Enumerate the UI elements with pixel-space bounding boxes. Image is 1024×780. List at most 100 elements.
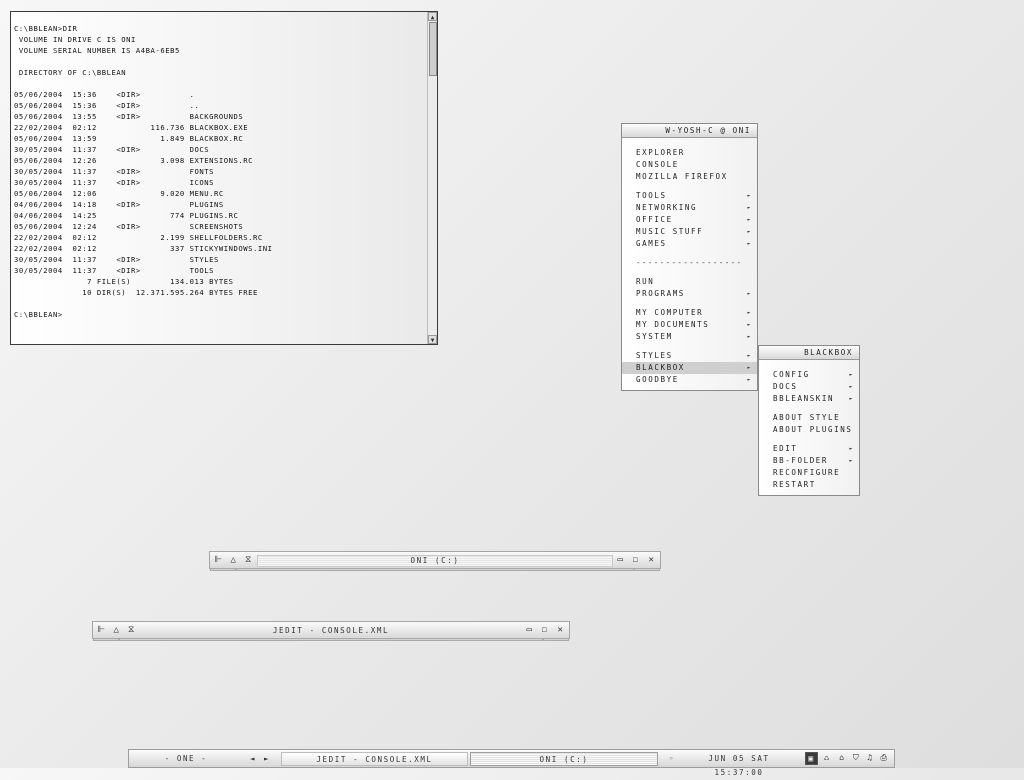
resize-grip-left[interactable] — [210, 568, 236, 571]
window-jedit[interactable]: ⊩ △ ⧖ JEDIT - CONSOLE.XML ▭ ☐ ✕ — [92, 621, 570, 641]
prev-workspace-icon[interactable]: ◄ — [247, 752, 259, 766]
root-menu: W-YOSH-C @ ONI EXPLORER CONSOLE MOZILLA … — [621, 123, 758, 391]
menu-item-label: CONFIG — [773, 370, 810, 379]
tray-network-icon[interactable]: ♺ — [821, 752, 834, 765]
close-icon[interactable]: ✕ — [555, 624, 567, 636]
menu-item-label: MY DOCUMENTS — [636, 320, 710, 329]
menu-item-label: TOOLS — [636, 191, 667, 200]
resize-grip-right[interactable] — [634, 568, 660, 571]
submenu-arrow-icon: ► — [747, 310, 752, 316]
menu-item-label: GOODBYE — [636, 375, 679, 384]
maximize-icon[interactable]: ☐ — [539, 624, 551, 636]
root-menu-title[interactable]: W-YOSH-C @ ONI — [622, 124, 757, 138]
tray-app-icon[interactable]: ▣ — [805, 752, 818, 765]
menu-item-networking[interactable]: NETWORKING ► — [622, 202, 757, 214]
shade-icon[interactable]: △ — [111, 624, 123, 636]
menu-item-explorer[interactable]: EXPLORER — [622, 147, 757, 159]
menu-item-docs[interactable]: DOCS ► — [759, 381, 859, 393]
submenu-arrow-icon: ► — [849, 384, 854, 390]
menu-item-about-plugins[interactable]: ABOUT PLUGINS — [759, 424, 859, 436]
submenu-arrow-icon: ► — [747, 322, 752, 328]
on-top-icon[interactable]: ⧖ — [243, 554, 255, 566]
menu-item-games[interactable]: GAMES ► — [622, 238, 757, 250]
menu-item-restart[interactable]: RESTART — [759, 479, 859, 491]
menu-item-label: DOCS — [773, 382, 798, 391]
menu-item-label: ABOUT STYLE — [773, 413, 841, 422]
tray-shield-icon[interactable]: ⛉ — [850, 752, 863, 765]
console-window[interactable]: C:\BBLEAN>DIR VOLUME IN DRIVE C IS ONI V… — [10, 11, 438, 345]
stick-icon[interactable]: ⊩ — [96, 624, 108, 636]
submenu-arrow-icon: ► — [747, 291, 752, 297]
resize-grip-left[interactable] — [93, 638, 119, 641]
stick-icon[interactable]: ⊩ — [213, 554, 225, 566]
menu-item-label: CONSOLE — [636, 160, 679, 169]
workspace-label[interactable]: - ONE - — [131, 752, 241, 766]
resize-grip-right[interactable] — [543, 638, 569, 641]
menu-separator: ------------------ — [636, 258, 743, 267]
menu-item-label: OFFICE — [636, 215, 673, 224]
menu-item-my-documents[interactable]: MY DOCUMENTS ► — [622, 319, 757, 331]
window-bottom-handle[interactable] — [119, 638, 543, 641]
submenu-arrow-icon: ► — [747, 241, 752, 247]
menu-item-mozilla-firefox[interactable]: MOZILLA FIREFOX — [622, 171, 757, 183]
menu-item-label: MY COMPUTER — [636, 308, 704, 317]
blackbox-submenu: BLACKBOX CONFIG ► DOCS ► BBLEANSKIN ► ABOUT… — [758, 345, 860, 496]
scroll-up-arrow-icon[interactable]: ▲ — [428, 12, 437, 21]
shade-icon[interactable]: △ — [228, 554, 240, 566]
scrollbar-thumb[interactable] — [429, 22, 437, 76]
console-scrollbar[interactable]: ▲ ▼ — [427, 12, 437, 344]
menu-item-goodbye[interactable]: GOODBYE ► — [622, 374, 757, 386]
minimize-icon[interactable]: ▭ — [524, 624, 536, 636]
menu-item-about-style[interactable]: ABOUT STYLE — [759, 412, 859, 424]
menu-item-config[interactable]: CONFIG ► — [759, 369, 859, 381]
menu-item-label: PROGRAMS — [636, 289, 685, 298]
task-jedit[interactable]: JEDIT - CONSOLE.XML — [281, 752, 468, 766]
window-bottom-handle[interactable] — [236, 568, 634, 571]
menu-item-programs[interactable]: PROGRAMS ► — [622, 288, 757, 300]
submenu-arrow-icon: ► — [747, 193, 752, 199]
window-title[interactable]: ONI (C:) — [257, 555, 613, 567]
submenu-arrow-icon: ► — [849, 372, 854, 378]
menu-item-bb-folder[interactable]: BB-FOLDER ► — [759, 455, 859, 467]
menu-item-reconfigure[interactable]: RECONFIGURE — [759, 467, 859, 479]
menu-item-label: RUN — [636, 277, 655, 286]
on-top-icon[interactable]: ⧖ — [126, 624, 138, 636]
blackbox-submenu-title[interactable]: BLACKBOX — [759, 346, 859, 360]
menu-item-run[interactable]: RUN — [622, 276, 757, 288]
toolbar: - ONE - ◄ ► JEDIT - CONSOLE.XML ONI (C:)… — [128, 749, 895, 777]
tray-printer-icon[interactable]: ⎙ — [878, 752, 891, 765]
menu-item-edit[interactable]: EDIT ► — [759, 443, 859, 455]
scroll-down-arrow-icon[interactable]: ▼ — [428, 335, 437, 344]
window-title[interactable]: JEDIT - CONSOLE.XML — [140, 625, 522, 637]
menu-item-styles[interactable]: STYLES ► — [622, 350, 757, 362]
menu-item-my-computer[interactable]: MY COMPUTER ► — [622, 307, 757, 319]
menu-item-label: ABOUT PLUGINS — [773, 425, 853, 434]
menu-item-blackbox[interactable]: BLACKBOX ► — [622, 362, 757, 374]
next-workspace-icon[interactable]: ► — [261, 752, 273, 766]
submenu-arrow-icon: ► — [849, 446, 854, 452]
menu-item-system[interactable]: SYSTEM ► — [622, 331, 757, 343]
menu-item-office[interactable]: OFFICE ► — [622, 214, 757, 226]
submenu-arrow-icon: ► — [747, 377, 752, 383]
submenu-arrow-icon: ► — [849, 458, 854, 464]
menu-item-console[interactable]: CONSOLE — [622, 159, 757, 171]
menu-item-label: BB-FOLDER — [773, 456, 829, 465]
tray-volume-icon[interactable]: ♫ — [864, 752, 877, 765]
submenu-arrow-icon: ► — [747, 205, 752, 211]
menu-item-tools[interactable]: TOOLS ► — [622, 190, 757, 202]
close-icon[interactable]: ✕ — [646, 554, 658, 566]
menu-item-label: STYLES — [636, 351, 673, 360]
window-oni[interactable]: ⊩ △ ⧖ ONI (C:) ▭ ☐ ✕ — [209, 551, 661, 571]
tray-chart-icon[interactable]: ⌂ — [836, 752, 849, 765]
menu-item-label: GAMES — [636, 239, 667, 248]
menu-item-label: EXPLORER — [636, 148, 685, 157]
submenu-arrow-icon: ► — [747, 229, 752, 235]
clock[interactable]: JUN 05 SAT 15:37:00 — [683, 752, 795, 777]
submenu-arrow-icon: ► — [747, 217, 752, 223]
task-oni[interactable]: ONI (C:) — [470, 752, 658, 766]
menu-item-bbleanskin[interactable]: BBLEANSKIN ► — [759, 393, 859, 405]
maximize-icon[interactable]: ☐ — [630, 554, 642, 566]
minimize-icon[interactable]: ▭ — [615, 554, 627, 566]
submenu-arrow-icon: ► — [747, 334, 752, 340]
menu-item-music-stuff[interactable]: MUSIC STUFF ► — [622, 226, 757, 238]
